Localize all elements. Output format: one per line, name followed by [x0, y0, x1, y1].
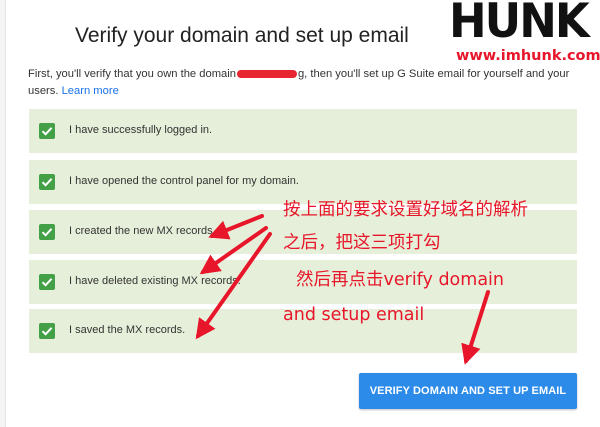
annotation-line: and setup email: [283, 305, 425, 325]
annotation-line: 之后，把这三项打勾: [283, 233, 441, 253]
annotation-line: 按上面的要求设置好域名的解析: [283, 200, 528, 220]
verify-domain-button[interactable]: VERIFY DOMAIN AND SET UP EMAIL: [359, 373, 577, 409]
annotation-line: 然后再点击verify domain: [296, 270, 504, 290]
arrow-to-verify-button: [461, 290, 490, 365]
arrow-to-step-3: [208, 214, 264, 240]
